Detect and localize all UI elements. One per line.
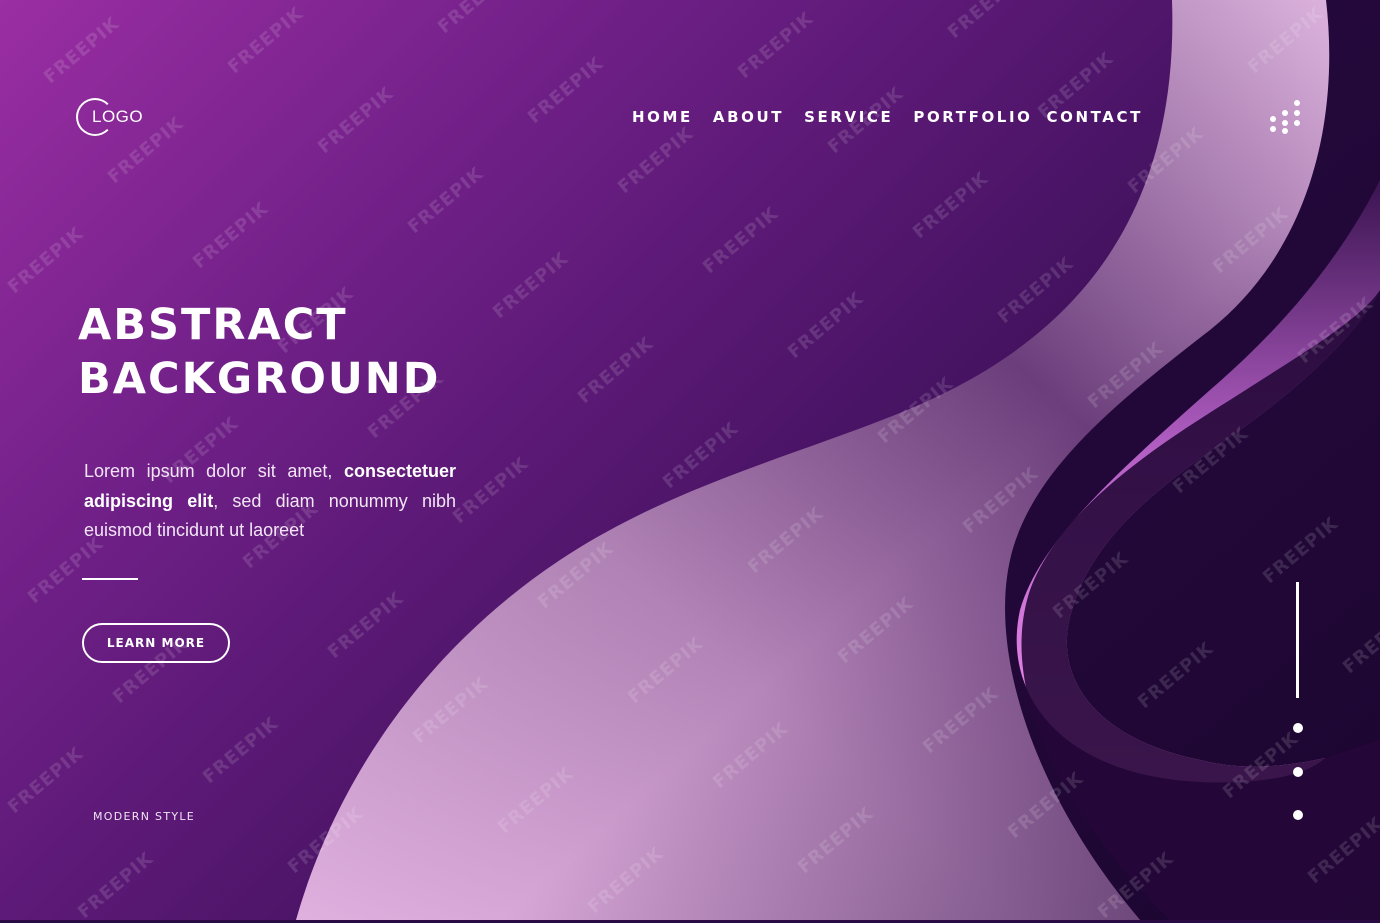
hero-description: Lorem ipsum dolor sit amet, consectetuer… (84, 457, 456, 546)
logo[interactable]: LOGO (76, 98, 156, 140)
slide-dot-1[interactable] (1293, 723, 1303, 733)
main-nav: HOME ABOUT SERVICE PORTFOLIO CONTACT (632, 108, 1163, 126)
title-line-2: BACKGROUND (78, 354, 441, 404)
title-line-1: ABSTRACT (78, 300, 348, 350)
grid-dots-icon[interactable] (1266, 100, 1306, 136)
page-title: ABSTRACT BACKGROUND (78, 298, 441, 406)
learn-more-button[interactable]: LEARN MORE (82, 623, 230, 663)
nav-item-service[interactable]: SERVICE (804, 108, 893, 126)
nav-item-contact[interactable]: CONTACT (1047, 108, 1143, 126)
slide-dot-3[interactable] (1293, 810, 1303, 820)
nav-item-about[interactable]: ABOUT (713, 108, 784, 126)
slide-indicator-line (1296, 582, 1299, 698)
footer-label: MODERN STYLE (93, 810, 196, 823)
slide-dot-2[interactable] (1293, 767, 1303, 777)
logo-text: LOGO (92, 107, 144, 126)
nav-item-portfolio[interactable]: PORTFOLIO (913, 108, 1032, 126)
nav-item-home[interactable]: HOME (632, 108, 693, 126)
divider (82, 578, 138, 580)
description-text: Lorem ipsum dolor sit amet, (84, 461, 344, 481)
